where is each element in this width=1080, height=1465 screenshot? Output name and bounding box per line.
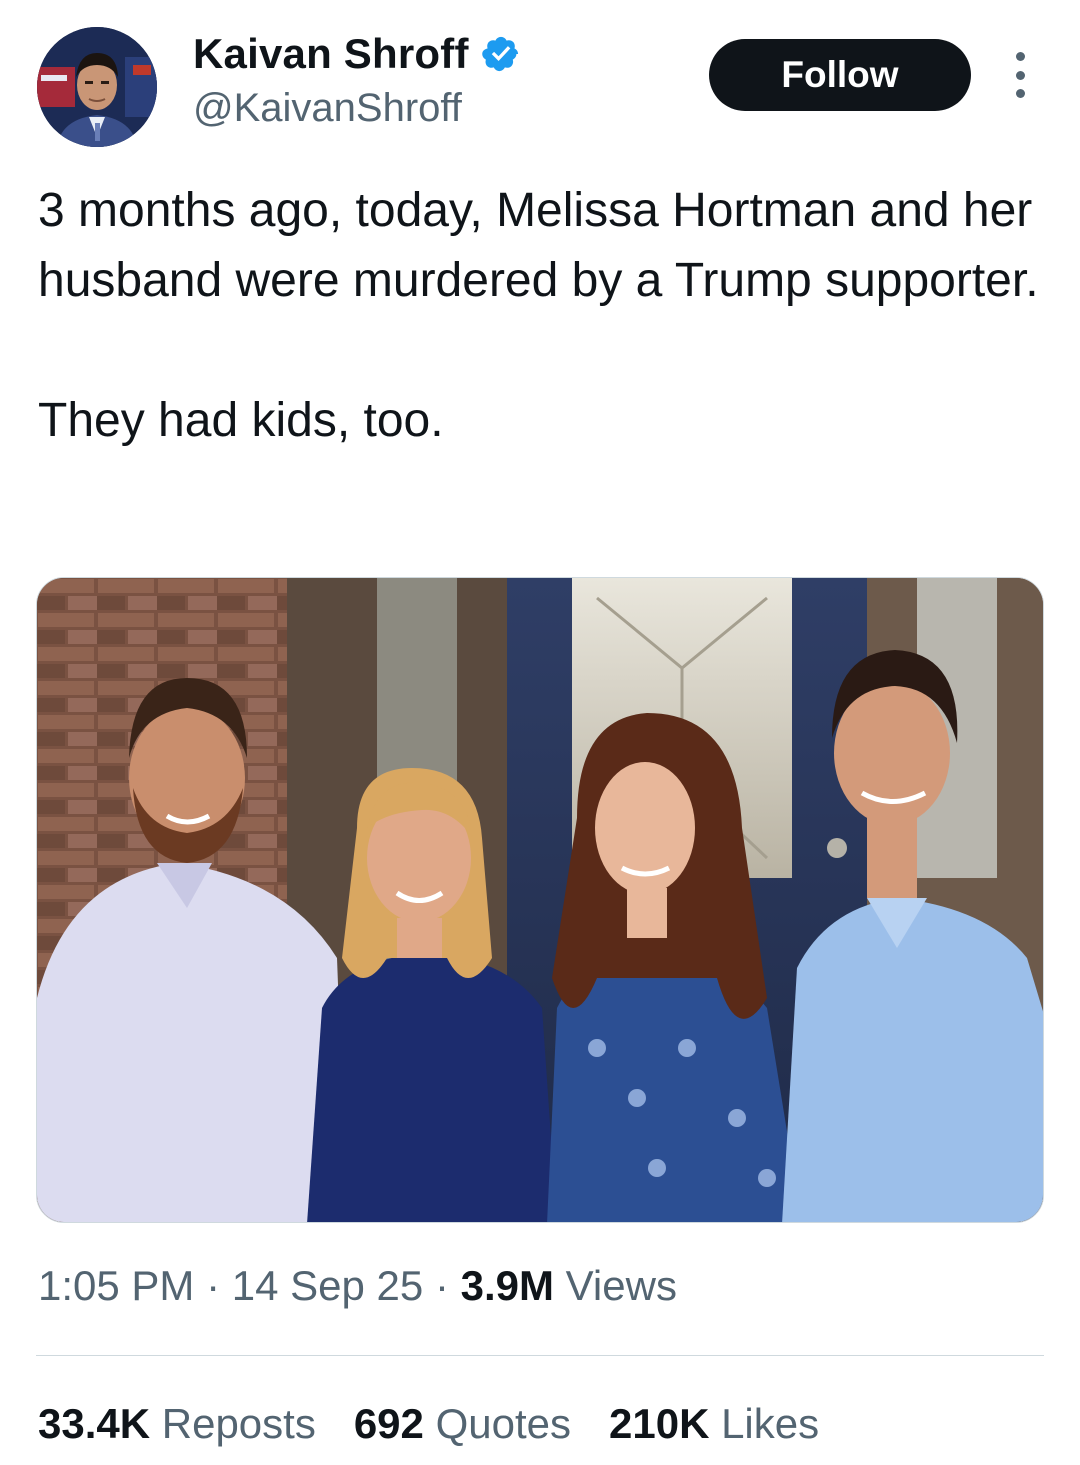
dot <box>1015 89 1025 98</box>
likes-stat[interactable]: 210K Likes <box>609 1400 819 1448</box>
tweet-text-paragraph-2: They had kids, too. <box>38 394 444 447</box>
tweet-time[interactable]: 1:05 PM <box>38 1262 194 1309</box>
tweet-text: 3 months ago, today, Melissa Hortman and… <box>38 176 1048 456</box>
verified-badge-icon <box>481 34 521 74</box>
views-count: 3.9M <box>460 1262 554 1309</box>
likes-count: 210K <box>609 1400 710 1447</box>
views-label: Views <box>565 1262 677 1309</box>
reposts-label: Reposts <box>161 1400 316 1447</box>
author-handle[interactable]: @KaivanShroff <box>193 86 462 131</box>
engagement-stats: 33.4K Reposts 692 Quotes 210K Likes <box>38 1400 857 1448</box>
meta-separator: · <box>434 1262 449 1309</box>
follow-button[interactable]: Follow <box>709 39 971 111</box>
quotes-label: Quotes <box>435 1400 571 1447</box>
author-name-row: Kaivan Shroff <box>193 30 521 78</box>
reposts-stat[interactable]: 33.4K Reposts <box>38 1400 316 1448</box>
avatar-photo <box>37 27 157 147</box>
family-photo <box>37 578 1043 1222</box>
dot <box>1015 70 1025 80</box>
tweet-text-paragraph-1: 3 months ago, today, Melissa Hortman and… <box>38 184 1039 307</box>
avatar[interactable] <box>37 27 157 147</box>
quotes-count: 692 <box>353 1400 424 1447</box>
quotes-stat[interactable]: 692 Quotes <box>354 1400 571 1448</box>
tweet-media-photo[interactable] <box>36 577 1044 1223</box>
tweet-header: Kaivan Shroff @KaivanShroff Follow <box>0 0 1080 160</box>
likes-label: Likes <box>721 1400 820 1447</box>
author-display-name[interactable]: Kaivan Shroff <box>193 30 469 78</box>
dot <box>1015 52 1025 61</box>
tweet-date[interactable]: 14 Sep 25 <box>232 1262 424 1309</box>
tweet-meta: 1:05 PM · 14 Sep 25 · 3.9M Views <box>38 1262 677 1310</box>
meta-separator: · <box>206 1262 221 1309</box>
reposts-count: 33.4K <box>38 1400 151 1447</box>
divider <box>36 1355 1044 1356</box>
more-options-icon[interactable] <box>1005 52 1035 98</box>
